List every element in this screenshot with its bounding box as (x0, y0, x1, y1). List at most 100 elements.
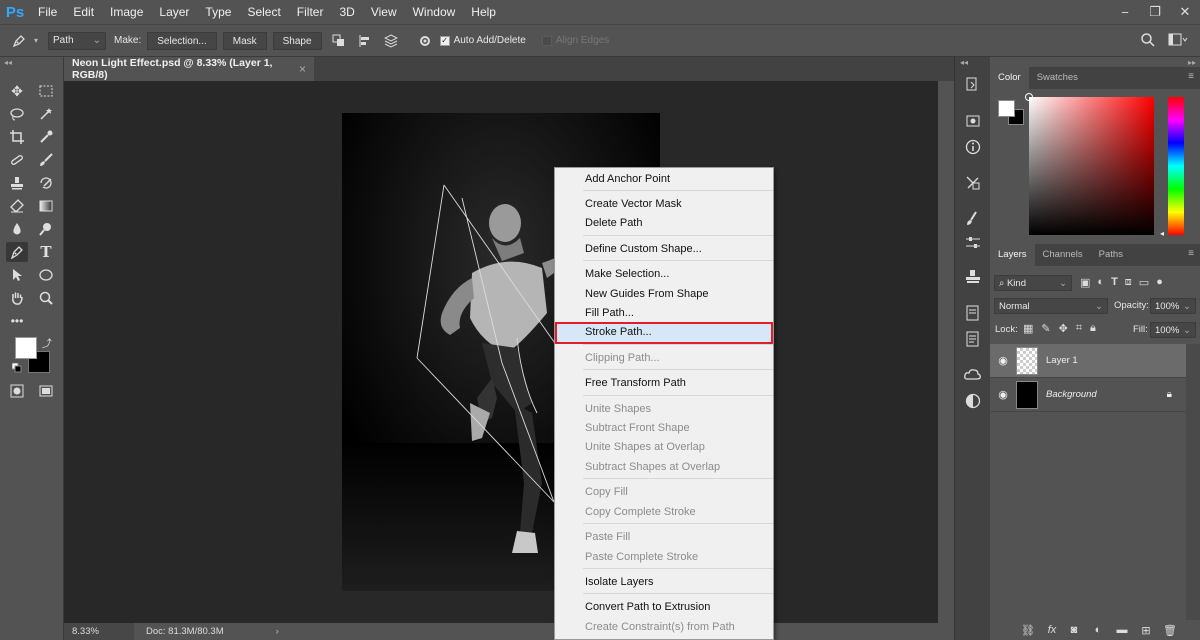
libraries-panel-icon[interactable] (963, 365, 983, 385)
history-brush-tool-icon[interactable] (35, 173, 57, 193)
menu-layer[interactable]: Layer (151, 0, 197, 24)
lock-transparent-icon[interactable]: ▦ (1023, 322, 1033, 335)
link-layers-icon[interactable]: ⛓ (1020, 623, 1036, 637)
add-mask-icon[interactable]: ◙ (1066, 623, 1082, 637)
make-mask-button[interactable]: Mask (222, 31, 267, 50)
pen-mode-select[interactable]: Path ⌄ (48, 31, 107, 50)
minimize-button[interactable]: − (1110, 0, 1140, 24)
menu-window[interactable]: Window (405, 0, 464, 24)
shape-filter-icon[interactable]: ⧈ (1125, 276, 1132, 289)
adjustments-sliders-icon[interactable] (963, 233, 983, 253)
align-edges-checkbox[interactable] (541, 35, 552, 46)
pen-tool-preset-icon[interactable] (8, 31, 30, 51)
color-field[interactable] (1025, 93, 1154, 235)
panel-menu-icon[interactable]: ≡ (1188, 248, 1194, 259)
lock-position-icon[interactable]: ✥ (1059, 322, 1068, 335)
tab-color[interactable]: Color (990, 67, 1029, 89)
tab-swatches[interactable]: Swatches (1029, 67, 1086, 89)
eraser-tool-icon[interactable] (6, 196, 28, 216)
crop-tool-icon[interactable] (6, 127, 28, 147)
blend-mode-select[interactable]: Normal ⌄ (994, 298, 1108, 314)
expand-arrows-icon[interactable]: ▸▸ (1188, 58, 1196, 67)
menu-item-add-anchor-point[interactable]: Add Anchor Point (555, 170, 773, 189)
tab-paths[interactable]: Paths (1091, 244, 1131, 266)
character-panel-icon[interactable] (963, 173, 983, 193)
magic-wand-tool-icon[interactable] (35, 104, 57, 124)
smart-object-filter-icon[interactable]: ▭ (1139, 276, 1149, 289)
history-panel-icon[interactable] (963, 75, 983, 95)
menu-item-create-vector-mask[interactable]: Create Vector Mask (555, 195, 773, 214)
layer-name[interactable]: Layer 1 (1046, 355, 1078, 366)
zoom-tool-icon[interactable] (35, 288, 57, 308)
hue-slider[interactable] (1168, 97, 1184, 235)
new-group-icon[interactable]: ▬ (1114, 623, 1130, 637)
notes-panel-icon[interactable] (963, 329, 983, 349)
properties-panel-icon[interactable] (963, 111, 983, 131)
layer-name[interactable]: Background (1046, 389, 1167, 400)
fill-input[interactable]: 100% ⌄ (1150, 322, 1196, 338)
hand-tool-icon[interactable] (6, 288, 28, 308)
move-tool-icon[interactable]: ✥ (6, 81, 28, 101)
menu-item-free-transform-path[interactable]: Free Transform Path (555, 374, 773, 393)
lock-all-icon[interactable]: 🔒︎ (1090, 322, 1096, 335)
new-layer-icon[interactable]: ⊞ (1138, 623, 1154, 637)
menu-item-convert-path-to-extrusion[interactable]: Convert Path to Extrusion (555, 598, 773, 617)
close-tab-icon[interactable]: × (299, 62, 306, 76)
pen-tool-icon[interactable] (6, 242, 28, 262)
close-window-button[interactable]: ✕ (1170, 0, 1200, 24)
delete-layer-icon[interactable]: 🗑︎ (1162, 623, 1178, 637)
menu-filter[interactable]: Filter (289, 0, 332, 24)
adjustment-filter-icon[interactable]: ◐ (1097, 276, 1104, 289)
layer-comps-icon[interactable] (963, 303, 983, 323)
opacity-input[interactable]: 100% ⌄ (1150, 298, 1196, 314)
lasso-tool-icon[interactable] (6, 104, 28, 124)
layers-scrollbar[interactable] (1186, 344, 1200, 620)
menu-item-fill-path[interactable]: Fill Path... (555, 304, 773, 323)
blur-tool-icon[interactable] (6, 219, 28, 239)
path-operations-icon[interactable] (328, 31, 350, 51)
layer-filter-kind[interactable]: ⌕ Kind ⌄ (994, 275, 1072, 291)
new-adjustment-layer-icon[interactable]: ◐ (1090, 623, 1106, 637)
brush-tool-icon[interactable] (35, 150, 57, 170)
type-filter-icon[interactable]: T (1111, 276, 1118, 289)
make-shape-button[interactable]: Shape (272, 31, 322, 50)
layer-row-layer-1[interactable]: ◉ Layer 1 (990, 344, 1186, 378)
default-colors-icon[interactable] (11, 362, 22, 376)
make-selection-button[interactable]: Selection... (147, 31, 217, 50)
status-menu-arrow-icon[interactable]: › (276, 626, 279, 637)
menu-item-isolate-layers[interactable]: Isolate Layers (555, 573, 773, 592)
swap-colors-icon[interactable]: ⤴ (42, 335, 52, 350)
menu-item-define-custom-shape[interactable]: Define Custom Shape... (555, 240, 773, 259)
more-tools-icon[interactable]: ••• (6, 311, 28, 331)
dodge-tool-icon[interactable] (35, 219, 57, 239)
menu-3d[interactable]: 3D (331, 0, 362, 24)
search-icon[interactable] (1140, 32, 1156, 51)
menu-image[interactable]: Image (102, 0, 151, 24)
tab-channels[interactable]: Channels (1035, 244, 1091, 266)
clone-stamp-tool-icon[interactable] (6, 173, 28, 193)
screen-mode-icon[interactable] (35, 381, 57, 401)
collapse-arrows-icon[interactable]: ◂◂ (4, 58, 12, 67)
tab-layers[interactable]: Layers (990, 244, 1035, 266)
path-arrangement-icon[interactable] (380, 31, 402, 51)
chevron-down-icon[interactable]: ▾ (34, 36, 38, 45)
eyedropper-tool-icon[interactable] (35, 127, 57, 147)
path-selection-tool-icon[interactable] (6, 265, 28, 285)
path-alignment-icon[interactable] (354, 31, 376, 51)
menu-item-new-guides-from-shape[interactable]: New Guides From Shape (555, 285, 773, 304)
panel-menu-icon[interactable]: ≡ (1188, 71, 1194, 82)
gear-icon[interactable] (414, 31, 436, 51)
brush-settings-icon[interactable] (963, 209, 983, 229)
menu-view[interactable]: View (363, 0, 405, 24)
healing-brush-tool-icon[interactable] (6, 150, 28, 170)
adjustments-panel-icon[interactable] (963, 391, 983, 411)
layer-style-icon[interactable]: fx (1044, 623, 1060, 637)
document-tab[interactable]: Neon Light Effect.psd @ 8.33% (Layer 1, … (64, 57, 314, 81)
auto-add-delete-checkbox[interactable]: ✓ (439, 35, 450, 46)
menu-help[interactable]: Help (463, 0, 504, 24)
lock-image-icon[interactable]: ✎ (1041, 322, 1050, 335)
hue-slider-handle[interactable]: ◂ (1160, 229, 1164, 238)
menu-edit[interactable]: Edit (65, 0, 102, 24)
gradient-tool-icon[interactable] (35, 196, 57, 216)
collapse-arrows-icon[interactable]: ◂◂ (960, 58, 968, 67)
